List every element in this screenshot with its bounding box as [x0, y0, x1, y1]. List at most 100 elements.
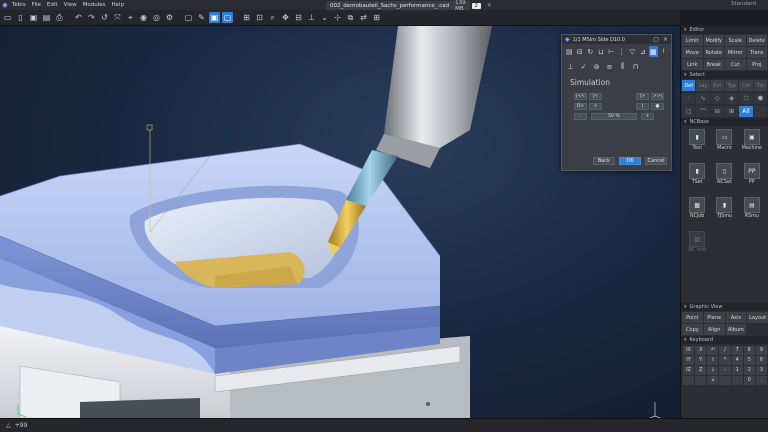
triangle-icon[interactable]: △ [6, 422, 11, 429]
face-select-icon[interactable]: ◈ [724, 93, 739, 104]
step-forward-button[interactable]: |> [636, 93, 649, 100]
keyboard-header[interactable]: ▾ Keyboard [681, 336, 768, 344]
rotate-part-icon[interactable]: ↻ [586, 46, 595, 57]
group-select-icon[interactable]: ⊞ [724, 106, 739, 117]
profile-selector[interactable]: Standard [731, 1, 756, 7]
play-button[interactable]: | [636, 103, 649, 110]
ncbase-rsmu[interactable]: ▤ RSmu [740, 197, 764, 228]
rotate-button[interactable]: Rotate [703, 47, 724, 58]
key-1[interactable]: 1 [731, 366, 743, 375]
grid-icon[interactable]: ⊞ [371, 12, 382, 23]
undo-icon[interactable]: ↶ [73, 12, 84, 23]
cancel-button[interactable]: Cancel [645, 157, 667, 165]
print-icon[interactable]: ⎙ [54, 12, 65, 23]
ncbase-ncset[interactable]: ▯ NCSet [712, 163, 736, 194]
key-3[interactable]: 3 [755, 366, 767, 375]
delete-button[interactable]: Delete [746, 35, 767, 46]
cut-button[interactable]: Cut [725, 59, 746, 70]
menu-item-help[interactable]: Help [112, 2, 125, 8]
machine-icon[interactable]: ▤ [565, 46, 574, 57]
select-def-button[interactable]: Def [682, 80, 696, 91]
move-button[interactable]: Move [682, 47, 703, 58]
key-7[interactable]: 7 [731, 346, 743, 355]
menu-item-file[interactable]: File [32, 2, 41, 8]
album-button[interactable]: Album [725, 324, 747, 335]
ncbase-pp[interactable]: PP PP [740, 163, 764, 194]
curve-select-icon[interactable]: ∿ [696, 93, 710, 104]
save-icon[interactable]: ▣ [28, 12, 39, 23]
ncbase-tjsmu[interactable]: ▮ TJSmu [712, 197, 736, 228]
key-8[interactable]: 8 [743, 346, 755, 355]
record-button[interactable]: ● [651, 103, 664, 110]
solid-select-icon[interactable]: ⬡ [739, 93, 753, 104]
skip-to-end-button[interactable]: >>| [651, 93, 664, 100]
key-iz[interactable]: IZ [683, 366, 695, 375]
save-as-icon[interactable]: ▤ [41, 12, 52, 23]
menu-item-view[interactable]: View [64, 2, 77, 8]
axis-button[interactable]: Axis [725, 312, 747, 323]
key-blank-3[interactable] [719, 376, 731, 385]
dimension-select-icon[interactable]: ⊟ [710, 106, 724, 117]
scale-button[interactable]: Scale [725, 35, 746, 46]
key-dot[interactable]: . [755, 376, 767, 385]
tool-icon[interactable]: ⟊ [660, 46, 669, 57]
select-lay-button[interactable]: Lay [696, 80, 710, 91]
select-ext-button[interactable]: Ext [710, 80, 724, 91]
settings-icon[interactable]: ⚙ [164, 12, 175, 23]
align-icon[interactable]: ⫼ [617, 61, 628, 72]
select-tip-button[interactable]: Tip [753, 80, 767, 91]
play-reverse-button[interactable]: < [589, 103, 602, 110]
break-button[interactable]: Break [703, 59, 724, 70]
key-shift-up[interactable]: ⇧ [707, 356, 719, 365]
ncbase-tset[interactable]: ▮ TSet [685, 163, 709, 194]
pan-icon[interactable]: ✥ [280, 12, 291, 23]
shaded-view-icon[interactable]: ▣ [209, 12, 220, 23]
mesh-select-icon[interactable]: ⬢ [753, 93, 767, 104]
menu-item-modules[interactable]: Modules [83, 2, 106, 8]
report-icon[interactable]: ▦ [649, 46, 658, 57]
step-back-button[interactable]: |< [589, 93, 602, 100]
key-blank-4[interactable] [731, 376, 743, 385]
ncbase-ncjob[interactable]: ▩ NCJob [685, 197, 709, 228]
collision-icon[interactable]: ⊚ [591, 61, 602, 72]
split-icon[interactable]: ⋮ [618, 46, 627, 57]
tool-view-icon[interactable]: ⊿ [639, 46, 648, 57]
surface-select-icon[interactable]: ◇ [710, 93, 724, 104]
link-button[interactable]: Link [682, 59, 703, 70]
coordinate-system-icon[interactable]: ⊥ [306, 12, 317, 23]
modify-button[interactable]: Modify [703, 35, 724, 46]
wireframe-view-icon[interactable]: ▢ [222, 12, 233, 23]
measure-icon[interactable]: ⌖ [125, 12, 136, 23]
key-shift-down[interactable]: ⇩ [707, 366, 719, 375]
key-z[interactable]: Z [695, 366, 707, 375]
tool-holder-icon[interactable]: ⊟ [576, 46, 585, 57]
select-typ-button[interactable]: Typ [724, 80, 739, 91]
hide-icon[interactable]: ◎ [151, 12, 162, 23]
key-5[interactable]: 5 [743, 356, 755, 365]
key-undo[interactable]: ↶ [707, 346, 719, 355]
key-9[interactable]: 9 [755, 346, 767, 355]
transform-icon[interactable]: ⤧ [112, 12, 123, 23]
list-icon[interactable]: ≡ [604, 61, 615, 72]
select-col-button[interactable]: Col [739, 80, 753, 91]
check-icon[interactable]: ✓ [578, 61, 589, 72]
ncbase-header[interactable]: ▾ NCBase [681, 118, 768, 126]
select-header[interactable]: ▾ Select [681, 71, 768, 79]
speed-value[interactable]: 50 % [591, 113, 637, 120]
minimize-icon[interactable]: ▢ [653, 36, 659, 43]
close-icon[interactable]: × [487, 2, 492, 9]
speed-minus-button[interactable]: - [574, 113, 587, 120]
point-button[interactable]: Point [682, 312, 703, 323]
copy-button[interactable]: Copy [682, 324, 703, 335]
funnel-icon[interactable]: ▽ [628, 46, 637, 57]
open-file-icon[interactable]: ▯ [15, 12, 26, 23]
speed-plus-button[interactable]: + [641, 113, 654, 120]
ncbase-machine[interactable]: ▣ Machine [740, 129, 764, 160]
close-icon[interactable]: × [663, 36, 668, 43]
ok-button[interactable]: OK [619, 157, 641, 165]
frame-select-icon[interactable]: ▢ [682, 106, 696, 117]
key-ix[interactable]: IX [683, 346, 695, 355]
key-minus[interactable]: - [719, 366, 731, 375]
ncbase-tool[interactable]: ▮ Tool [685, 129, 709, 160]
key-0[interactable]: 0 [743, 376, 755, 385]
